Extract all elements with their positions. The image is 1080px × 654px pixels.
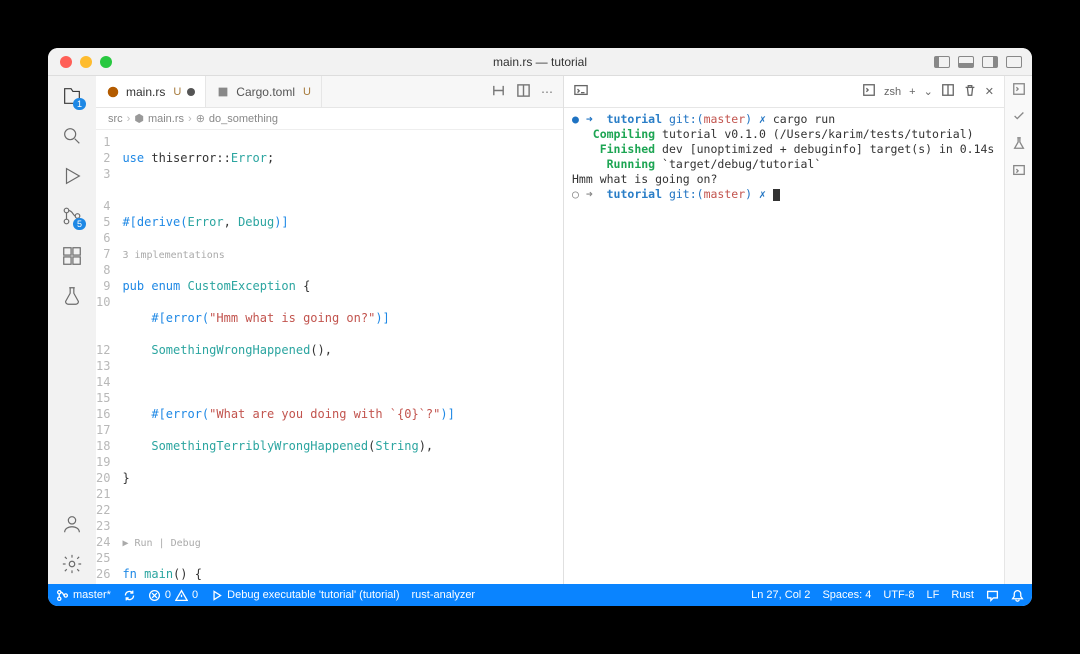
status-sync[interactable] — [123, 589, 136, 602]
search-icon[interactable] — [60, 124, 84, 148]
status-rust-analyzer[interactable]: rust-analyzer — [412, 589, 476, 601]
side-icon-strip — [1004, 76, 1032, 584]
beaker-icon[interactable] — [1012, 136, 1026, 153]
window-title: main.rs — tutorial — [48, 55, 1032, 69]
panel-toggle-icon[interactable] — [1012, 82, 1026, 99]
source-control-icon[interactable]: 5 — [60, 204, 84, 228]
tab-cargo-toml[interactable]: Cargo.toml U — [206, 76, 322, 107]
output-icon[interactable] — [1012, 163, 1026, 180]
settings-gear-icon[interactable] — [60, 552, 84, 576]
close-window-button[interactable] — [60, 56, 72, 68]
code-editor[interactable]: 1234567891012131415161718192021222324252… — [96, 130, 563, 584]
code-content[interactable]: use thiserror::Error; #[derive(Error, De… — [118, 130, 563, 584]
editor-group: main.rs U Cargo.toml U ⋯ — [96, 76, 564, 584]
terminal-cursor — [773, 189, 780, 201]
terminal-dropdown-icon[interactable]: ⌄ — [924, 85, 933, 98]
crumb-file[interactable]: main.rs — [148, 113, 184, 125]
split-editor-icon[interactable] — [516, 83, 531, 101]
titlebar-layout-controls — [934, 56, 1022, 68]
status-notifications-icon[interactable] — [1011, 589, 1024, 602]
layout-bottom-icon[interactable] — [958, 56, 974, 68]
scm-badge: 5 — [73, 218, 86, 230]
status-bar: master* 0 0 Debug executable 'tutorial' … — [48, 584, 1032, 606]
status-indentation[interactable]: Spaces: 4 — [822, 589, 871, 601]
testing-icon[interactable] — [60, 284, 84, 308]
traffic-lights — [60, 56, 112, 68]
run-debug-icon[interactable] — [60, 164, 84, 188]
editor-actions: ⋯ — [481, 76, 563, 107]
terminal-shell-label[interactable]: zsh — [884, 86, 901, 98]
tab-label: main.rs — [126, 85, 165, 99]
status-debug-target[interactable]: Debug executable 'tutorial' (tutorial) — [210, 589, 399, 602]
layout-left-icon[interactable] — [934, 56, 950, 68]
accounts-icon[interactable] — [60, 512, 84, 536]
status-branch[interactable]: master* — [56, 589, 111, 602]
inlay-hint-implementations[interactable]: 3 implementations — [122, 250, 224, 261]
code-lens-run-debug[interactable]: ▶ Run | Debug — [122, 538, 200, 549]
editor-area: main.rs U Cargo.toml U ⋯ — [96, 76, 1032, 584]
close-panel-icon[interactable]: ✕ — [985, 85, 994, 98]
check-icon[interactable] — [1012, 109, 1026, 126]
line-gutter: 1234567891012131415161718192021222324252… — [96, 130, 118, 584]
extensions-icon[interactable] — [60, 244, 84, 268]
terminal-panel: zsh + ⌄ ✕ ● ➜ tutorial git:(master) ✗ ca… — [564, 76, 1004, 584]
tab-bar: main.rs U Cargo.toml U ⋯ — [96, 76, 563, 108]
split-terminal-icon[interactable] — [941, 83, 955, 100]
rust-file-icon — [106, 85, 120, 99]
minimize-window-button[interactable] — [80, 56, 92, 68]
breadcrumb[interactable]: src › ⬢ main.rs › ⊕ do_something — [96, 108, 563, 130]
toml-file-icon — [216, 85, 230, 99]
terminal-view-icon[interactable] — [574, 83, 588, 100]
status-eol[interactable]: LF — [927, 589, 940, 601]
maximize-window-button[interactable] — [100, 56, 112, 68]
activity-bar: 1 5 — [48, 76, 96, 584]
terminal-header: zsh + ⌄ ✕ — [564, 76, 1004, 108]
crumb-src[interactable]: src — [108, 113, 123, 125]
status-feedback-icon[interactable] — [986, 589, 999, 602]
crumb-symbol[interactable]: do_something — [209, 113, 278, 125]
terminal-tab-icon[interactable] — [862, 83, 876, 100]
tab-scm-status: U — [173, 86, 181, 98]
explorer-badge: 1 — [73, 98, 86, 110]
status-encoding[interactable]: UTF-8 — [883, 589, 914, 601]
more-actions-icon[interactable]: ⋯ — [541, 85, 553, 99]
rust-file-icon: ⬢ — [134, 112, 144, 125]
tab-main-rs[interactable]: main.rs U — [96, 76, 206, 107]
kill-terminal-icon[interactable] — [963, 83, 977, 100]
status-problems[interactable]: 0 0 — [148, 589, 198, 602]
tab-label: Cargo.toml — [236, 85, 295, 99]
layout-right-icon[interactable] — [982, 56, 998, 68]
compare-changes-icon[interactable] — [491, 83, 506, 101]
explorer-icon[interactable]: 1 — [60, 84, 84, 108]
titlebar: main.rs — tutorial — [48, 48, 1032, 76]
vscode-window: main.rs — tutorial 1 5 — [48, 48, 1032, 606]
status-cursor-position[interactable]: Ln 27, Col 2 — [751, 589, 810, 601]
new-terminal-icon[interactable]: + — [909, 86, 915, 98]
terminal-body[interactable]: ● ➜ tutorial git:(master) ✗ cargo run Co… — [564, 108, 1004, 584]
layout-custom-icon[interactable] — [1006, 56, 1022, 68]
tab-dirty-indicator — [187, 88, 195, 96]
tab-scm-status: U — [303, 86, 311, 98]
symbol-function-icon: ⊕ — [196, 112, 205, 125]
status-language[interactable]: Rust — [951, 589, 974, 601]
